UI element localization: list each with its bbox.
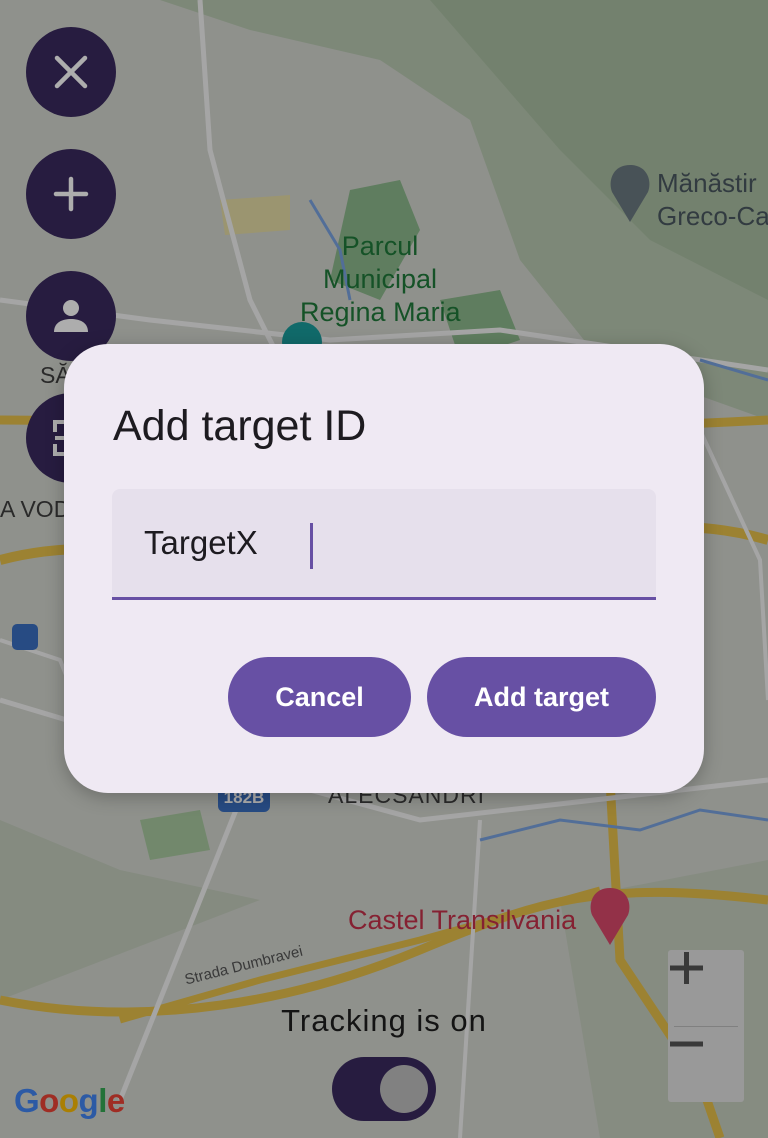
dialog-title: Add target ID bbox=[113, 402, 367, 450]
add-target-dialog: Add target ID Cancel Add target bbox=[64, 344, 704, 793]
add-target-button[interactable]: Add target bbox=[427, 657, 656, 737]
target-id-input[interactable] bbox=[144, 519, 624, 567]
cancel-button[interactable]: Cancel bbox=[228, 657, 411, 737]
target-id-field[interactable] bbox=[112, 489, 656, 600]
text-cursor bbox=[310, 523, 313, 569]
